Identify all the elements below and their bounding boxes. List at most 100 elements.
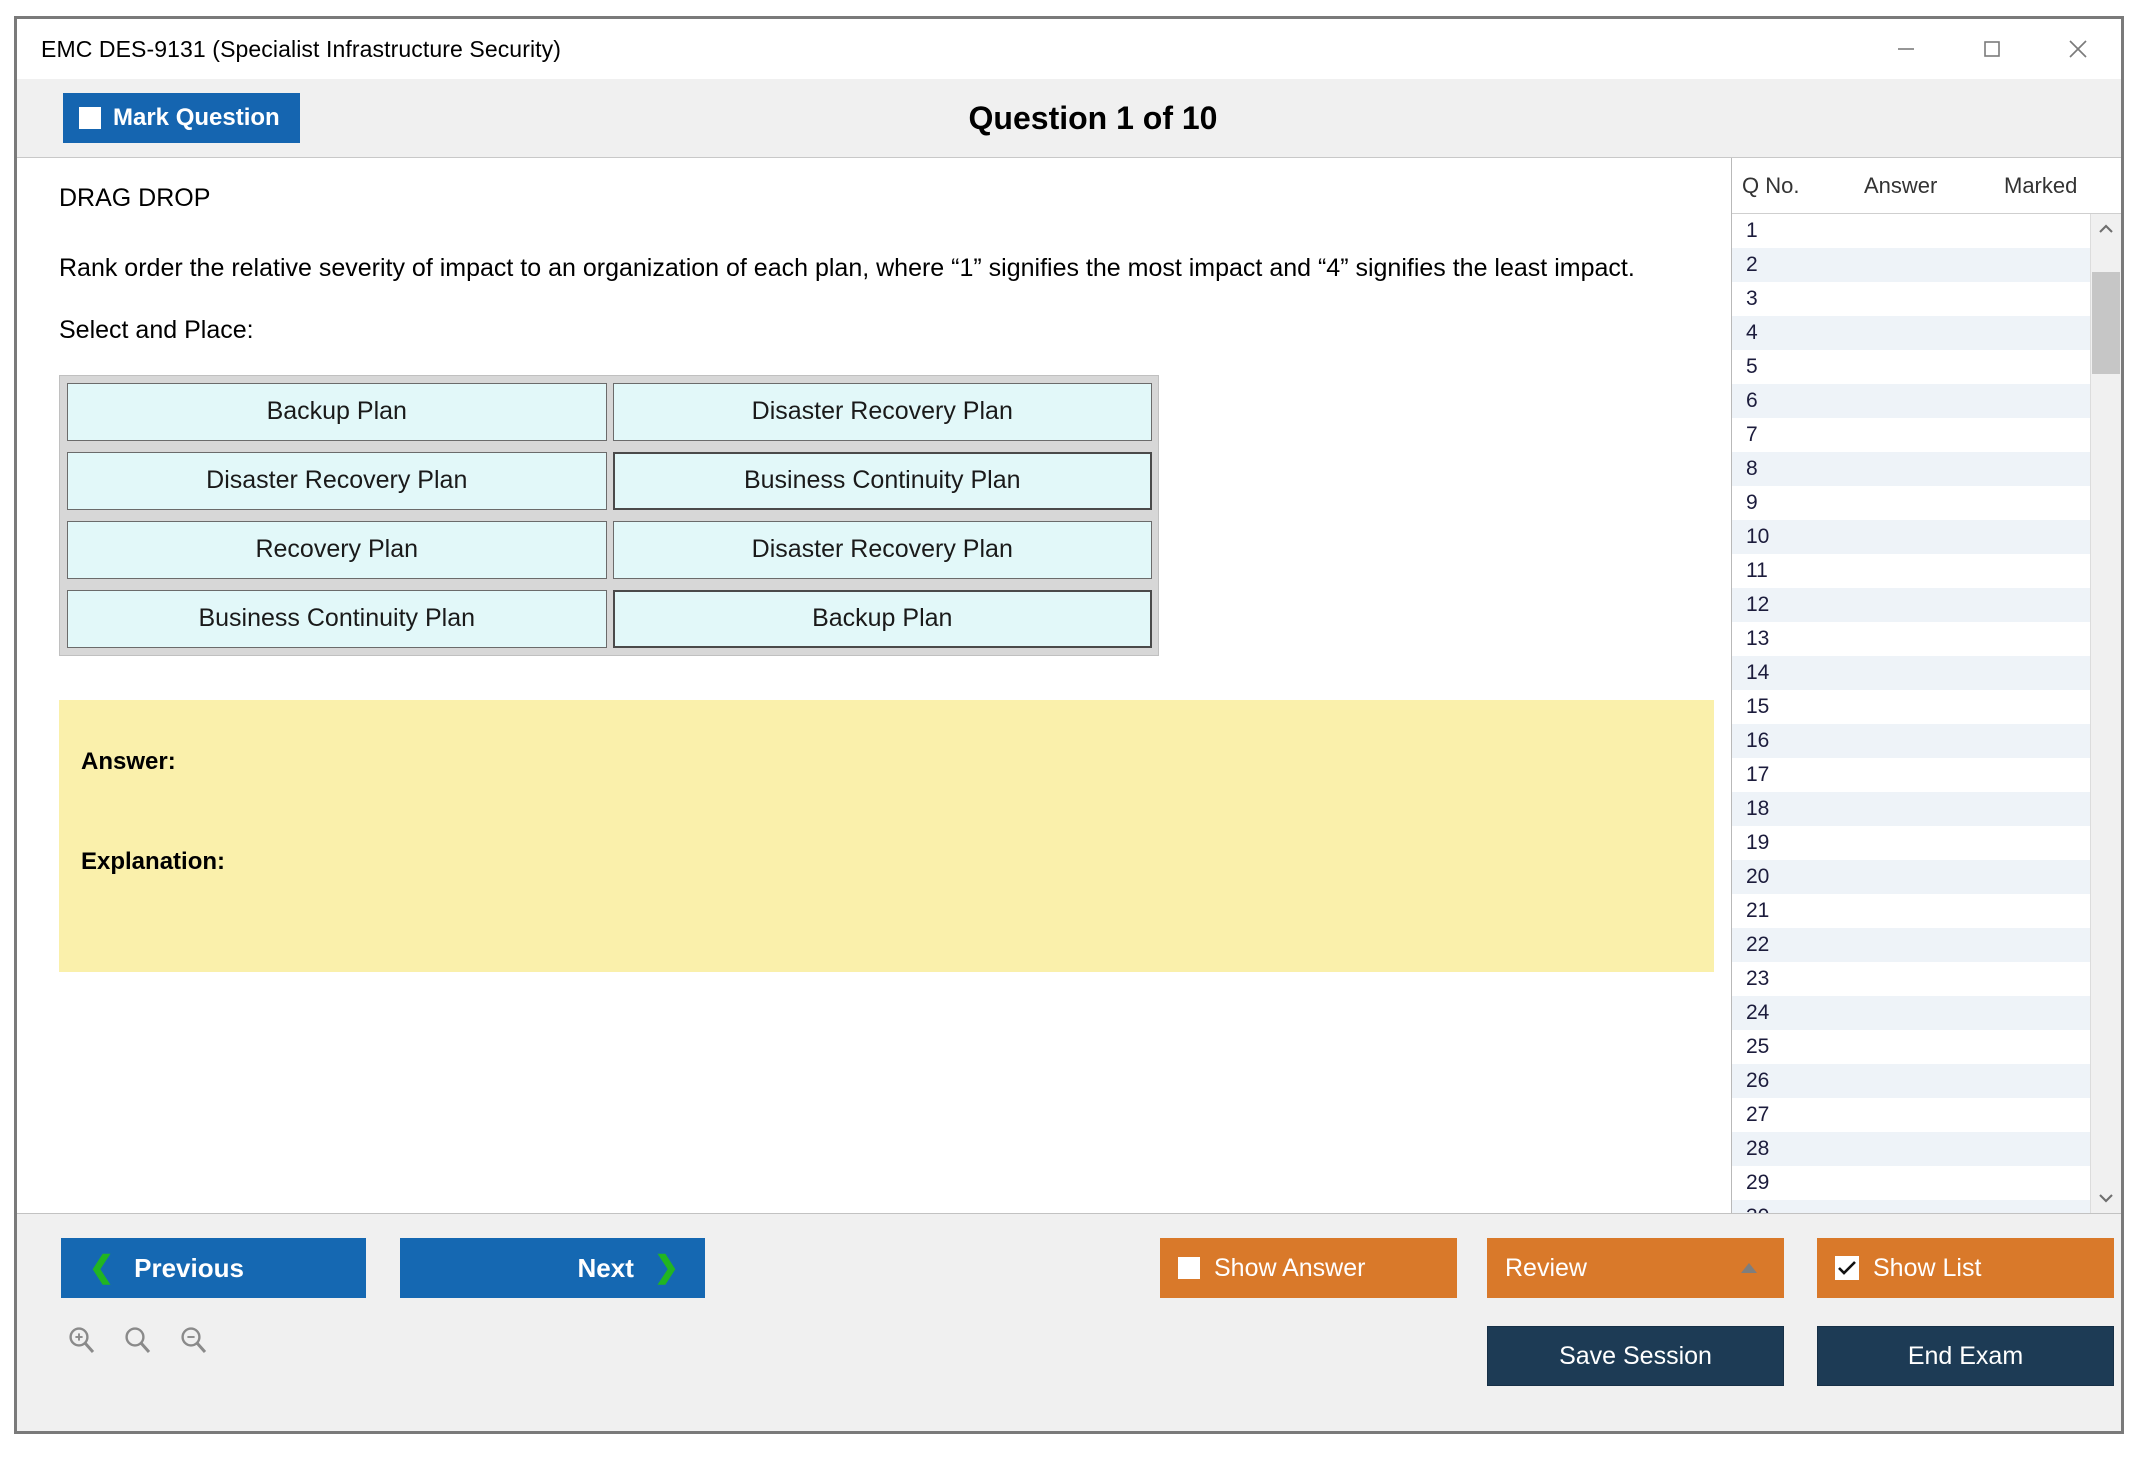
row-question-number: 9	[1746, 491, 1864, 515]
question-list-row[interactable]: 28	[1732, 1132, 2090, 1166]
maximize-icon[interactable]	[1949, 20, 2035, 78]
exam-window: EMC DES-9131 (Specialist Infrastructure …	[14, 16, 2124, 1434]
drag-tile[interactable]: Backup Plan	[613, 590, 1153, 648]
zoom-reset-icon[interactable]	[121, 1324, 155, 1358]
title-bar: EMC DES-9131 (Specialist Infrastructure …	[17, 19, 2121, 79]
question-list-row[interactable]: 2	[1732, 248, 2090, 282]
row-question-number: 15	[1746, 695, 1864, 719]
close-icon[interactable]	[2035, 20, 2121, 78]
scrollbar-thumb[interactable]	[2092, 272, 2120, 374]
drag-tile[interactable]: Backup Plan	[67, 383, 607, 441]
window-controls	[1863, 19, 2121, 79]
show-list-button[interactable]: Show List	[1817, 1238, 2114, 1298]
row-question-number: 10	[1746, 525, 1864, 549]
show-answer-button[interactable]: Show Answer	[1160, 1238, 1457, 1298]
mark-question-checkbox-icon[interactable]	[79, 107, 101, 129]
drag-tile-label: Disaster Recovery Plan	[206, 466, 467, 495]
question-list-row[interactable]: 18	[1732, 792, 2090, 826]
question-counter: Question 1 of 10	[65, 100, 2121, 137]
question-list-row[interactable]: 25	[1732, 1030, 2090, 1064]
row-question-number: 24	[1746, 1001, 1864, 1025]
question-list-row[interactable]: 19	[1732, 826, 2090, 860]
question-list-row[interactable]: 10	[1732, 520, 2090, 554]
question-list-row[interactable]: 4	[1732, 316, 2090, 350]
drag-tile-label: Disaster Recovery Plan	[752, 535, 1013, 564]
row-question-number: 14	[1746, 661, 1864, 685]
chevron-down-icon[interactable]	[2091, 1183, 2121, 1213]
end-exam-button[interactable]: End Exam	[1817, 1326, 2114, 1386]
chevron-up-icon[interactable]	[2091, 214, 2121, 244]
row-question-number: 17	[1746, 763, 1864, 787]
row-question-number: 28	[1746, 1137, 1864, 1161]
column-header-answer: Answer	[1864, 173, 2004, 199]
question-list-row[interactable]: 13	[1732, 622, 2090, 656]
question-list-row[interactable]: 8	[1732, 452, 2090, 486]
mark-question-button[interactable]: Mark Question	[63, 93, 300, 143]
explanation-label: Explanation:	[81, 848, 1714, 876]
drag-tile-label: Business Continuity Plan	[198, 604, 475, 633]
question-list-row[interactable]: 16	[1732, 724, 2090, 758]
question-list-row[interactable]: 23	[1732, 962, 2090, 996]
row-question-number: 13	[1746, 627, 1864, 651]
save-session-button[interactable]: Save Session	[1487, 1326, 1784, 1386]
answer-label: Answer:	[81, 748, 176, 775]
question-list-row[interactable]: 17	[1732, 758, 2090, 792]
row-question-number: 12	[1746, 593, 1864, 617]
question-list-row[interactable]: 1	[1732, 214, 2090, 248]
zoom-in-icon[interactable]	[65, 1324, 99, 1358]
column-header-qno: Q No.	[1742, 173, 1864, 199]
show-list-checkbox-icon[interactable]	[1835, 1256, 1859, 1280]
window-title: EMC DES-9131 (Specialist Infrastructure …	[41, 36, 561, 63]
question-list-row[interactable]: 15	[1732, 690, 2090, 724]
next-label: Next	[578, 1253, 634, 1284]
drag-tile[interactable]: Recovery Plan	[67, 521, 607, 579]
show-answer-checkbox-icon[interactable]	[1178, 1257, 1200, 1279]
question-list-row[interactable]: 6	[1732, 384, 2090, 418]
drag-tile-label: Disaster Recovery Plan	[752, 397, 1013, 426]
question-list-row[interactable]: 21	[1732, 894, 2090, 928]
column-header-marked: Marked	[2004, 173, 2121, 199]
drag-tile[interactable]: Business Continuity Plan	[613, 452, 1153, 510]
question-list-row[interactable]: 27	[1732, 1098, 2090, 1132]
question-list-row[interactable]: 14	[1732, 656, 2090, 690]
drag-drop-panel: Backup Plan Disaster Recovery Plan Disas…	[59, 375, 1159, 656]
question-list-row[interactable]: 3	[1732, 282, 2090, 316]
question-list-row[interactable]: 22	[1732, 928, 2090, 962]
question-list-row[interactable]: 24	[1732, 996, 2090, 1030]
review-label: Review	[1505, 1254, 1587, 1283]
drag-tile-label: Backup Plan	[267, 397, 407, 426]
chevron-left-icon: ❮	[89, 1253, 114, 1283]
question-list-row[interactable]: 7	[1732, 418, 2090, 452]
review-dropdown[interactable]: Review	[1487, 1238, 1784, 1298]
question-list-scrollbar[interactable]	[2090, 214, 2121, 1213]
drag-tile[interactable]: Business Continuity Plan	[67, 590, 607, 648]
question-list-row[interactable]: 30	[1732, 1200, 2090, 1213]
question-list-row[interactable]: 9	[1732, 486, 2090, 520]
body-area: DRAG DROP Rank order the relative severi…	[17, 157, 2121, 1213]
previous-button[interactable]: ❮ Previous	[61, 1238, 366, 1298]
question-list-row[interactable]: 11	[1732, 554, 2090, 588]
row-question-number: 1	[1746, 219, 1864, 243]
question-list[interactable]: 1234567891011121314151617181920212223242…	[1732, 214, 2090, 1213]
row-question-number: 23	[1746, 967, 1864, 991]
row-question-number: 25	[1746, 1035, 1864, 1059]
drag-tile[interactable]: Disaster Recovery Plan	[613, 383, 1153, 441]
footer-toolbar: ❮ Previous Next ❯	[17, 1213, 2121, 1431]
triangle-up-icon[interactable]	[1738, 1254, 1760, 1283]
question-prompt: Rank order the relative severity of impa…	[59, 251, 1705, 286]
drag-tile[interactable]: Disaster Recovery Plan	[67, 452, 607, 510]
question-list-row[interactable]: 26	[1732, 1064, 2090, 1098]
question-list-row[interactable]: 20	[1732, 860, 2090, 894]
question-list-row[interactable]: 5	[1732, 350, 2090, 384]
zoom-out-icon[interactable]	[177, 1324, 211, 1358]
drag-tile[interactable]: Disaster Recovery Plan	[613, 521, 1153, 579]
next-button[interactable]: Next ❯	[400, 1238, 705, 1298]
question-list-row[interactable]: 12	[1732, 588, 2090, 622]
question-list-row[interactable]: 29	[1732, 1166, 2090, 1200]
question-content-pane: DRAG DROP Rank order the relative severi…	[17, 158, 1731, 1213]
row-question-number: 29	[1746, 1171, 1864, 1195]
minimize-icon[interactable]	[1863, 20, 1949, 78]
row-question-number: 4	[1746, 321, 1864, 345]
question-list-sidebar: Q No. Answer Marked 12345678910111213141…	[1731, 158, 2121, 1213]
question-list-header: Q No. Answer Marked	[1732, 158, 2121, 214]
